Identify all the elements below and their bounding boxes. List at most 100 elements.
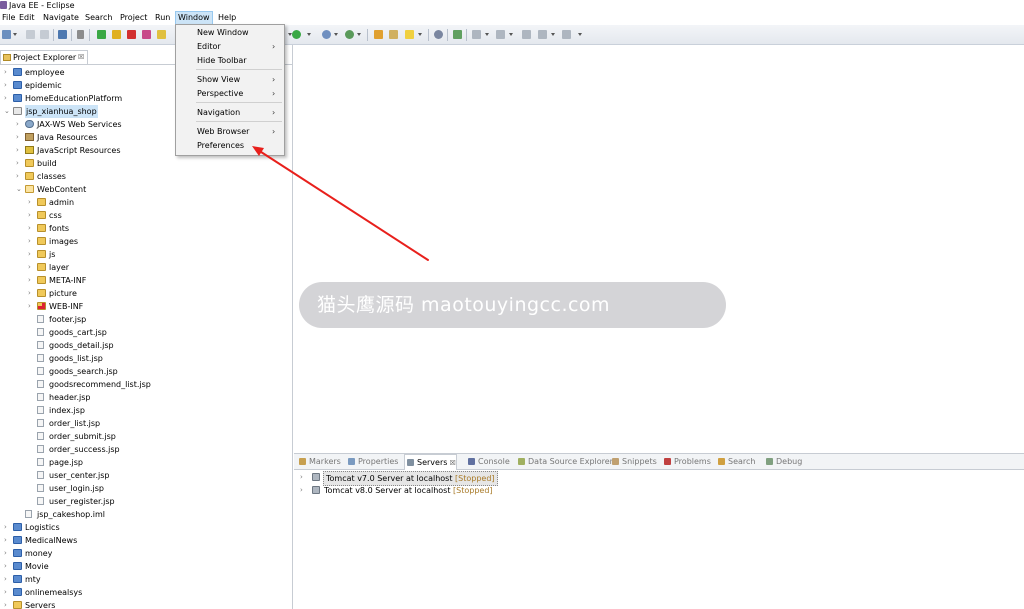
menu-project[interactable]: Project: [118, 11, 149, 25]
chevron-right-icon[interactable]: ›: [4, 576, 11, 583]
chevron-right-icon[interactable]: ›: [16, 134, 23, 141]
tree-item-layer[interactable]: › layer: [0, 261, 292, 274]
menu-help[interactable]: Help: [216, 11, 238, 25]
tree-item-goods-list-jsp[interactable]: goods_list.jsp: [0, 352, 292, 365]
project-explorer-tab[interactable]: Project Explorer ☒: [0, 50, 88, 64]
menu-item-editor[interactable]: Editor ›: [176, 40, 284, 54]
search-dropdown-icon[interactable]: [418, 33, 422, 36]
menu-item-hide-toolbar[interactable]: Hide Toolbar: [176, 54, 284, 68]
menu-navigate[interactable]: Navigate: [41, 11, 81, 25]
web-browser-icon[interactable]: [434, 30, 443, 39]
tab-console[interactable]: Console: [466, 454, 510, 470]
close-icon[interactable]: ☒: [447, 459, 456, 467]
chevron-right-icon[interactable]: ›: [28, 238, 35, 245]
tree-item-user-register-jsp[interactable]: user_register.jsp: [0, 495, 292, 508]
chevron-right-icon[interactable]: ›: [4, 69, 11, 76]
chevron-right-icon[interactable]: ›: [16, 121, 23, 128]
chevron-down-icon[interactable]: ⌄: [4, 108, 11, 115]
chevron-right-icon[interactable]: ›: [16, 160, 23, 167]
tree-item-user-login-jsp[interactable]: user_login.jsp: [0, 482, 292, 495]
globe-icon[interactable]: [345, 30, 354, 39]
chevron-right-icon[interactable]: ›: [4, 563, 11, 570]
tree-item-jsp-cakeshop-iml[interactable]: jsp_cakeshop.iml: [0, 508, 292, 521]
tree-item-order-submit-jsp[interactable]: order_submit.jsp: [0, 430, 292, 443]
menu-run[interactable]: Run: [153, 11, 172, 25]
mark-occurrences-icon[interactable]: [453, 30, 462, 39]
tree-item-goodsrecommend-list-jsp[interactable]: goodsrecommend_list.jsp: [0, 378, 292, 391]
tree-item-money[interactable]: › money: [0, 547, 292, 560]
globe-dropdown-icon[interactable]: [357, 33, 361, 36]
tree-item-js[interactable]: › js: [0, 248, 292, 261]
menu-item-preferences[interactable]: Preferences: [176, 139, 284, 153]
menu-window[interactable]: Window: [175, 11, 213, 25]
chevron-right-icon[interactable]: ›: [28, 303, 35, 310]
save-all-icon[interactable]: [40, 30, 49, 39]
chevron-right-icon[interactable]: ›: [28, 199, 35, 206]
tree-item-admin[interactable]: › admin: [0, 196, 292, 209]
menu-item-new-window[interactable]: New Window: [176, 26, 284, 40]
chevron-right-icon[interactable]: ›: [16, 173, 23, 180]
tree-item-logistics[interactable]: › Logistics: [0, 521, 292, 534]
chevron-right-icon[interactable]: ›: [4, 524, 11, 531]
menu-item-perspective[interactable]: Perspective ›: [176, 87, 284, 101]
run-server-dropdown-icon[interactable]: [307, 33, 311, 36]
new-icon[interactable]: [2, 30, 11, 39]
run-server-icon[interactable]: [292, 30, 301, 39]
server-row[interactable]: › Tomcat v8.0 Server at localhost [Stoppe…: [294, 484, 1014, 497]
forward-dropdown-icon[interactable]: [578, 33, 582, 36]
tree-item-goods-cart-jsp[interactable]: goods_cart.jsp: [0, 326, 292, 339]
chevron-right-icon[interactable]: ›: [16, 147, 23, 154]
menu-file[interactable]: File: [0, 11, 17, 25]
search-wand-icon[interactable]: [405, 30, 414, 39]
chevron-right-icon[interactable]: ›: [28, 290, 35, 297]
tree-item-mty[interactable]: › mty: [0, 573, 292, 586]
chevron-right-icon[interactable]: ›: [4, 537, 11, 544]
tree-item-web-inf[interactable]: › WEB-INF: [0, 300, 292, 313]
tab-search[interactable]: Search: [716, 454, 755, 470]
chevron-right-icon[interactable]: ›: [28, 277, 35, 284]
next-annotation-icon[interactable]: [472, 30, 481, 39]
tab-problems[interactable]: Problems: [662, 454, 711, 470]
suspend-icon[interactable]: [112, 30, 121, 39]
tree-item-header-jsp[interactable]: header.jsp: [0, 391, 292, 404]
new-server-dropdown-icon[interactable]: [334, 33, 338, 36]
new-server-icon[interactable]: [322, 30, 331, 39]
chevron-down-icon[interactable]: ⌄: [16, 186, 23, 193]
server-row[interactable]: › Tomcat v7.0 Server at localhost [Stoppe…: [294, 471, 1014, 486]
tree-item-onlinemealsys[interactable]: › onlinemealsys: [0, 586, 292, 599]
back-icon[interactable]: [538, 30, 547, 39]
chevron-right-icon[interactable]: ›: [28, 225, 35, 232]
chevron-right-icon[interactable]: ›: [28, 251, 35, 258]
forward-icon[interactable]: [562, 30, 571, 39]
next-annotation-dropdown-icon[interactable]: [485, 33, 489, 36]
back-dropdown-icon[interactable]: [551, 33, 555, 36]
tree-item-picture[interactable]: › picture: [0, 287, 292, 300]
menu-item-navigation[interactable]: Navigation ›: [176, 106, 284, 120]
menu-search[interactable]: Search: [83, 11, 114, 25]
tree-item-page-jsp[interactable]: page.jsp: [0, 456, 292, 469]
chevron-right-icon[interactable]: ›: [4, 602, 11, 609]
chevron-right-icon[interactable]: ›: [28, 212, 35, 219]
open-type-icon[interactable]: [374, 30, 383, 39]
tree-item-goods-detail-jsp[interactable]: goods_detail.jsp: [0, 339, 292, 352]
chevron-right-icon[interactable]: ›: [300, 487, 303, 494]
editor-area[interactable]: [294, 45, 1024, 453]
chevron-right-icon[interactable]: ›: [4, 589, 11, 596]
tree-item-order-list-jsp[interactable]: order_list.jsp: [0, 417, 292, 430]
tree-item-movie[interactable]: › Movie: [0, 560, 292, 573]
tree-item-footer-jsp[interactable]: footer.jsp: [0, 313, 292, 326]
tree-item-meta-inf[interactable]: › META-INF: [0, 274, 292, 287]
tree-item-classes[interactable]: › classes: [0, 170, 292, 183]
menu-item-show-view[interactable]: Show View ›: [176, 73, 284, 87]
tree-item-fonts[interactable]: › fonts: [0, 222, 292, 235]
chevron-right-icon[interactable]: ›: [4, 82, 11, 89]
terminate-icon[interactable]: [127, 30, 136, 39]
tree-item-goods-search-jsp[interactable]: goods_search.jsp: [0, 365, 292, 378]
disconnect-icon[interactable]: [142, 30, 151, 39]
tree-item-images[interactable]: › images: [0, 235, 292, 248]
tab-snippets[interactable]: Snippets: [610, 454, 657, 470]
terminal-icon[interactable]: [58, 30, 67, 39]
tree-item-servers[interactable]: › Servers: [0, 599, 292, 609]
tree-item-order-success-jsp[interactable]: order_success.jsp: [0, 443, 292, 456]
tree-item-medicalnews[interactable]: › MedicalNews: [0, 534, 292, 547]
